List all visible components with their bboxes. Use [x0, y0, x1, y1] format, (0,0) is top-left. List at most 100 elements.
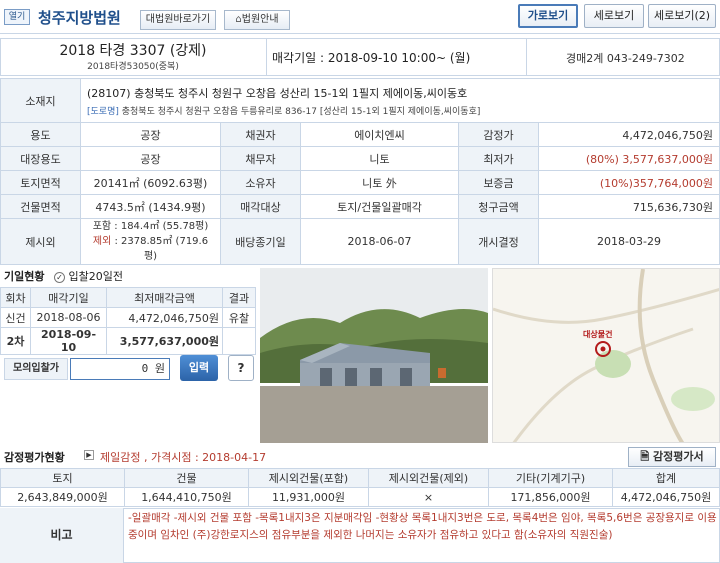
appr-total-value: 4,472,046,750원	[612, 487, 720, 507]
hist-price: 3,577,637,000원	[106, 327, 223, 355]
appr-header-machinery: 기타(기계기구)	[488, 468, 613, 488]
property-photo[interactable]	[260, 268, 488, 443]
sale-target-value: 토지/건물일괄매각	[300, 194, 459, 219]
extra-included: 포함 : 184.4㎡ (55.78평)	[92, 221, 209, 232]
hist-header-date: 매각기일	[30, 287, 107, 308]
appr-header-land: 토지	[0, 468, 125, 488]
property-info-table: 소재지 (28107) 충청북도 청주시 청원구 오창읍 성산리 15-1외 1…	[0, 78, 720, 265]
hist-round: 신건	[0, 307, 31, 328]
creditor-value: 에이치엔씨	[300, 122, 459, 147]
open-tag[interactable]: 열기	[4, 9, 30, 25]
map-image	[493, 269, 719, 442]
location-map[interactable]: 대상물건	[492, 268, 720, 443]
appraisal-table: 토지 건물 제시외건물(포함) 제시외건물(제외) 기타(기계기구) 합계 2,…	[0, 468, 720, 507]
excluded-value: : 2378.85㎡ (719.6평)	[111, 236, 209, 262]
distribution-deadline-value: 2018-06-07	[300, 218, 459, 265]
court-guide-button[interactable]: ⌂법원안내	[224, 10, 290, 30]
distribution-deadline-label: 배당종기일	[220, 218, 301, 265]
address-main: (28107) 충청북도 청주시 청원구 오창읍 성산리 15-1외 1필지 제…	[87, 86, 468, 100]
appr-header-building: 건물	[124, 468, 249, 488]
sale-date: 매각기일 : 2018-09-10 10:00~ (월)	[272, 51, 471, 65]
claim-amount-value: 715,636,730원	[538, 194, 720, 219]
debtor-value: 니토	[300, 146, 459, 171]
usage-label: 용도	[0, 122, 81, 147]
ledger-usage-value: 공장	[80, 146, 221, 171]
appr-extra-excl-value: ×	[368, 487, 489, 507]
help-button[interactable]: ?	[228, 355, 254, 381]
history-header: 기일현황 ✓ 입찰20일전	[4, 268, 123, 284]
sale-date-label: 매각기일	[272, 51, 317, 65]
appr-machinery-value: 171,856,000원	[488, 487, 613, 507]
deposit-value: (10%)357,764,000원	[538, 170, 720, 195]
hist-header-price: 최저매각금액	[106, 287, 223, 308]
appr-header-total: 합계	[612, 468, 720, 488]
appraisal-detail: 제일감정 , 가격시점 : 2018-04-17	[100, 451, 267, 464]
department-phone: 경매2계 043-249-7302	[566, 52, 685, 65]
table-row: 2차 2018-09-10 3,577,637,000원	[0, 327, 256, 355]
case-sub-number: 2018타경53050(중복)	[87, 62, 179, 72]
view-horizontal-button[interactable]: 가로보기	[518, 4, 578, 28]
appraisal-document-button[interactable]: 🗎 감정평가서	[628, 447, 716, 467]
factory-photo-image	[260, 268, 488, 443]
ledger-usage-label: 대장용도	[0, 146, 81, 171]
appraisal-price-label: 감정가	[458, 122, 539, 147]
extra-label: 제시외	[0, 218, 81, 265]
hist-price: 4,472,046,750원	[106, 307, 223, 328]
address-cell: (28107) 충청북도 청주시 청원구 오창읍 성산리 15-1외 1필지 제…	[80, 78, 720, 123]
history-title: 기일현황	[4, 270, 45, 283]
court-name: 청주지방법원	[38, 9, 121, 27]
extra-excluded: 제외 : 2378.85㎡ (719.6평)	[87, 234, 214, 264]
table-row: 신건 2018-08-06 4,472,046,750원 유찰	[0, 307, 256, 328]
document-icon: 🗎	[640, 450, 650, 463]
header-divider-2	[526, 38, 527, 76]
appraisal-document-label: 감정평가서	[653, 450, 704, 463]
road-tag: [도로명]	[87, 106, 119, 117]
sale-target-label: 매각대상	[220, 194, 301, 219]
building-area-value: 4743.5㎡ (1434.9평)	[80, 194, 221, 219]
supreme-court-shortcut-button[interactable]: 대법원바로가기	[140, 10, 216, 30]
road-address: 충청북도 청주시 청원구 오창읍 두릉유리로 836-17 [성산리 15-1외…	[121, 106, 481, 117]
appr-extra-incl-value: 11,931,000원	[248, 487, 369, 507]
land-area-label: 토지면적	[0, 170, 81, 195]
usage-value: 공장	[80, 122, 221, 147]
hist-result	[222, 327, 256, 355]
chevron-right-icon[interactable]: ▶	[84, 450, 94, 460]
hist-date: 2018-09-10	[30, 327, 107, 355]
appr-land-value: 2,643,849,000원	[0, 487, 125, 507]
remarks-text: -일괄매각 -제시외 건물 포함 -목록1내지3은 지분매각임 -현황상 목록1…	[128, 512, 717, 541]
start-decision-label: 개시결정	[458, 218, 539, 265]
creditor-label: 채권자	[220, 122, 301, 147]
view-vertical-button[interactable]: 세로보기	[584, 4, 644, 28]
owner-value: 니토 外	[300, 170, 459, 195]
land-area-value: 20141㎡ (6092.63평)	[80, 170, 221, 195]
history-table: 회차 매각기일 최저매각금액 결과 신건 2018-08-06 4,472,04…	[0, 287, 256, 355]
address-label: 소재지	[0, 78, 81, 123]
mock-bid-submit-button[interactable]: 입력	[180, 355, 218, 381]
owner-label: 소유자	[220, 170, 301, 195]
excluded-tag: 제외	[92, 236, 112, 247]
hist-header-round: 회차	[0, 287, 31, 308]
debtor-label: 채무자	[220, 146, 301, 171]
appr-header-extra-excl: 제시외건물(제외)	[368, 468, 489, 488]
start-decision-value: 2018-03-29	[538, 218, 720, 265]
header-divider	[266, 38, 267, 76]
appr-building-value: 1,644,410,750원	[124, 487, 249, 507]
building-area-label: 건물면적	[0, 194, 81, 219]
minimum-price-label: 최저가	[458, 146, 539, 171]
court-guide-label: 법원안내	[241, 14, 279, 25]
claim-amount-label: 청구금액	[458, 194, 539, 219]
view-vertical2-button[interactable]: 세로보기(2)	[648, 4, 716, 28]
appraisal-header: 감정평가현황 ▶ 제일감정 , 가격시점 : 2018-04-17 🗎 감정평가…	[0, 446, 720, 468]
deposit-label: 보증금	[458, 170, 539, 195]
appr-header-extra-incl: 제시외건물(포함)	[248, 468, 369, 488]
hist-date: 2018-08-06	[30, 307, 107, 328]
hist-result: 유찰	[222, 307, 256, 328]
map-place-label: 대상물건	[583, 330, 613, 339]
clock-icon: ✓	[53, 272, 65, 283]
address-road: [도로명] 충청북도 청주시 청원구 오창읍 두릉유리로 836-17 [성산리…	[87, 104, 713, 117]
extra-value: 포함 : 184.4㎡ (55.78평) 제외 : 2378.85㎡ (719.…	[80, 218, 221, 265]
table-row: 2,643,849,000원 1,644,410,750원 11,931,000…	[0, 487, 720, 507]
mock-bid-input[interactable]: 0 원	[70, 358, 170, 380]
minimum-price-value: (80%) 3,577,637,000원	[538, 146, 720, 171]
remarks-label: 비고	[0, 508, 124, 563]
